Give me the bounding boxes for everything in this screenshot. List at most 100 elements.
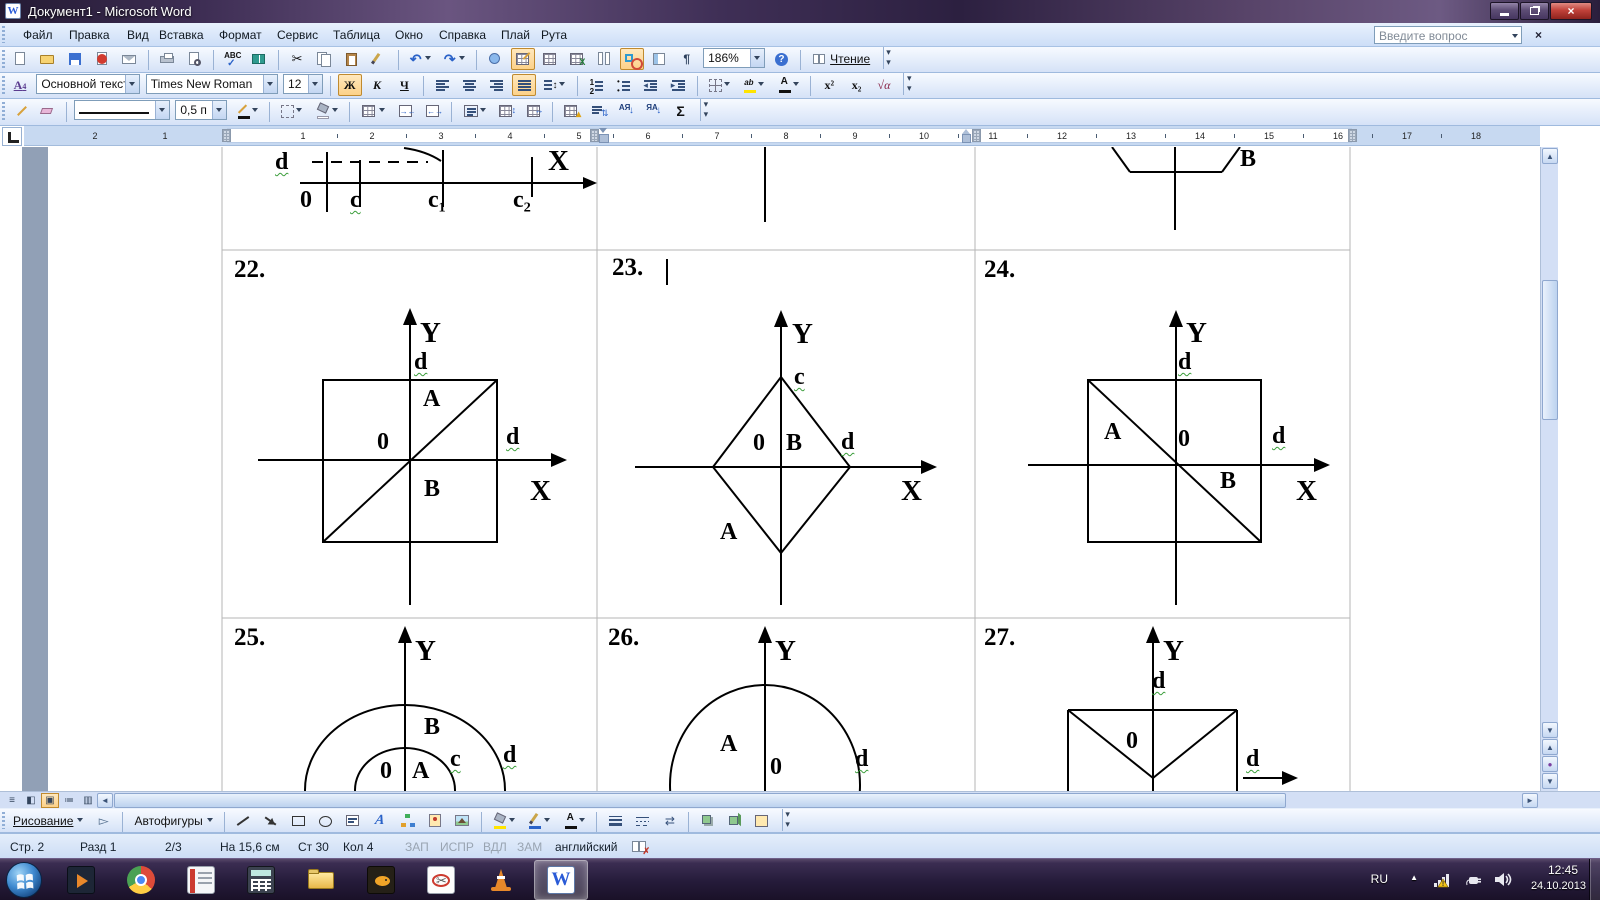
draw-table-button[interactable]: [8, 100, 32, 122]
sort-ascending-button[interactable]: АЯ↓: [614, 100, 638, 122]
status-flag-trk[interactable]: ИСПР: [440, 840, 474, 854]
minimize-button[interactable]: [1490, 2, 1519, 20]
next-page-icon[interactable]: ▼: [1542, 773, 1558, 789]
open-button[interactable]: [35, 48, 59, 70]
diagram-label[interactable]: c₂: [513, 188, 531, 212]
rectangle-tool-button[interactable]: [286, 810, 310, 832]
save-button[interactable]: [63, 48, 87, 70]
line-style-dropdown-icon[interactable]: [155, 101, 169, 119]
align-right-button[interactable]: [485, 74, 509, 96]
diagram-label[interactable]: A: [412, 759, 429, 783]
menu-file[interactable]: Файл: [16, 26, 60, 44]
borders-button[interactable]: [276, 100, 307, 122]
autoshapes-menu-button[interactable]: Автофигуры: [129, 810, 217, 832]
email-button[interactable]: [117, 48, 141, 70]
cut-button[interactable]: ✂: [285, 48, 309, 70]
justify-button[interactable]: [512, 74, 536, 96]
style-combo[interactable]: Основной текст: [36, 74, 140, 94]
bold-button[interactable]: Ж: [338, 74, 362, 96]
insert-table-menu-button[interactable]: [356, 100, 390, 122]
draw-font-color-button[interactable]: А: [559, 810, 590, 832]
diagram-label[interactable]: Y: [1163, 637, 1184, 666]
status-flag-ext[interactable]: ВДЛ: [483, 840, 507, 854]
diagram-label[interactable]: B: [1220, 469, 1236, 493]
print-layout-view-button[interactable]: ▣: [41, 793, 59, 808]
ask-question-input[interactable]: Введите вопрос: [1374, 26, 1522, 44]
diagram-label[interactable]: d: [506, 425, 519, 449]
read-mode-button[interactable]: Чтение: [807, 48, 875, 70]
font-dropdown-icon[interactable]: [263, 75, 277, 93]
equation-editor-button[interactable]: √α: [872, 74, 896, 96]
diagram-label[interactable]: A: [1104, 420, 1121, 444]
diagram-label[interactable]: d: [275, 150, 288, 174]
title-bar[interactable]: W Документ1 - Microsoft Word ×: [0, 0, 1600, 23]
hyperlink-button[interactable]: [483, 48, 507, 70]
line-tool-button[interactable]: [231, 810, 255, 832]
power-icon[interactable]: [1466, 872, 1482, 891]
taskbar-vlc[interactable]: [474, 860, 528, 900]
select-browse-object-icon[interactable]: ●: [1542, 756, 1558, 772]
taskbar-explorer[interactable]: [294, 860, 348, 900]
highlight-button[interactable]: ab: [738, 74, 769, 96]
status-flag-ovr[interactable]: ЗАМ: [517, 840, 542, 854]
line-weight-dropdown-icon[interactable]: [212, 101, 226, 119]
menu-close-icon[interactable]: ×: [1535, 28, 1542, 42]
taskbar-chrome[interactable]: [114, 860, 168, 900]
start-button[interactable]: [6, 862, 42, 898]
clock-time[interactable]: 12:45: [1548, 863, 1578, 877]
menu-plai[interactable]: Плай: [494, 26, 537, 44]
standard-toolbar-options[interactable]: ▾▾: [883, 47, 894, 69]
ask-dropdown-icon[interactable]: [1512, 34, 1518, 41]
table-autoformat-button[interactable]: ▴: [559, 100, 583, 122]
diagram-label[interactable]: c: [450, 747, 461, 771]
subscript-button[interactable]: x₂: [845, 74, 869, 96]
arrow-tool-button[interactable]: [259, 810, 283, 832]
line-style-combo[interactable]: [74, 100, 170, 120]
diagram-label[interactable]: c₁: [428, 188, 446, 212]
font-color-button[interactable]: А: [773, 74, 804, 96]
cell-alignment-button[interactable]: [459, 100, 491, 122]
right-indent-marker[interactable]: [962, 134, 971, 143]
document-drawings[interactable]: [0, 147, 1600, 791]
diagram-label[interactable]: 0: [1126, 729, 1138, 753]
diagram-label[interactable]: Y: [420, 319, 441, 348]
menu-table[interactable]: Таблица: [326, 26, 387, 44]
copy-button[interactable]: [312, 48, 336, 70]
columns-button[interactable]: [593, 48, 617, 70]
normal-view-button[interactable]: ≡: [3, 793, 21, 808]
diagram-label[interactable]: d: [1272, 424, 1285, 448]
menu-help[interactable]: Справка: [432, 26, 493, 44]
research-button[interactable]: [247, 48, 271, 70]
redo-button[interactable]: ↷: [439, 48, 470, 70]
diagram-label[interactable]: Y: [775, 637, 796, 666]
document-map-button[interactable]: [647, 48, 671, 70]
arrow-style-button[interactable]: ⇄: [658, 810, 682, 832]
autosum-button[interactable]: Σ: [669, 100, 693, 122]
clip-art-button[interactable]: [423, 810, 447, 832]
format-painter-button[interactable]: [367, 48, 391, 70]
table-column-marker-1[interactable]: [222, 129, 231, 142]
diagram-label[interactable]: A: [720, 520, 737, 544]
taskbar-word-active[interactable]: W: [534, 860, 588, 900]
canvas-grid-button[interactable]: [750, 810, 774, 832]
decrease-indent-button[interactable]: ◂: [639, 74, 663, 96]
align-center-button[interactable]: [457, 74, 481, 96]
font-combo[interactable]: Times New Roman: [146, 74, 278, 94]
item-number-22[interactable]: 22.: [234, 257, 265, 282]
item-number-23[interactable]: 23.: [612, 255, 643, 280]
line-style-button[interactable]: [603, 810, 627, 832]
insert-picture-button[interactable]: [450, 810, 474, 832]
diagram-label[interactable]: B: [424, 715, 440, 739]
wordart-button[interactable]: А: [368, 810, 392, 832]
undo-button[interactable]: ↶: [405, 48, 436, 70]
diagram-label[interactable]: B: [424, 477, 440, 501]
zoom-combo[interactable]: 186%: [703, 48, 765, 68]
taskbar-snipping-tool[interactable]: ✂: [414, 860, 468, 900]
vertical-scrollbar[interactable]: ▲ ▼ ▲ ● ▼: [1540, 147, 1558, 791]
left-indent-marker[interactable]: [599, 128, 608, 143]
diagram-label[interactable]: A: [423, 387, 440, 411]
item-number-27[interactable]: 27.: [984, 625, 1015, 650]
fill-color-button[interactable]: [488, 810, 520, 832]
split-cells-button[interactable]: ←→: [421, 100, 445, 122]
diagram-label[interactable]: X: [548, 147, 569, 176]
